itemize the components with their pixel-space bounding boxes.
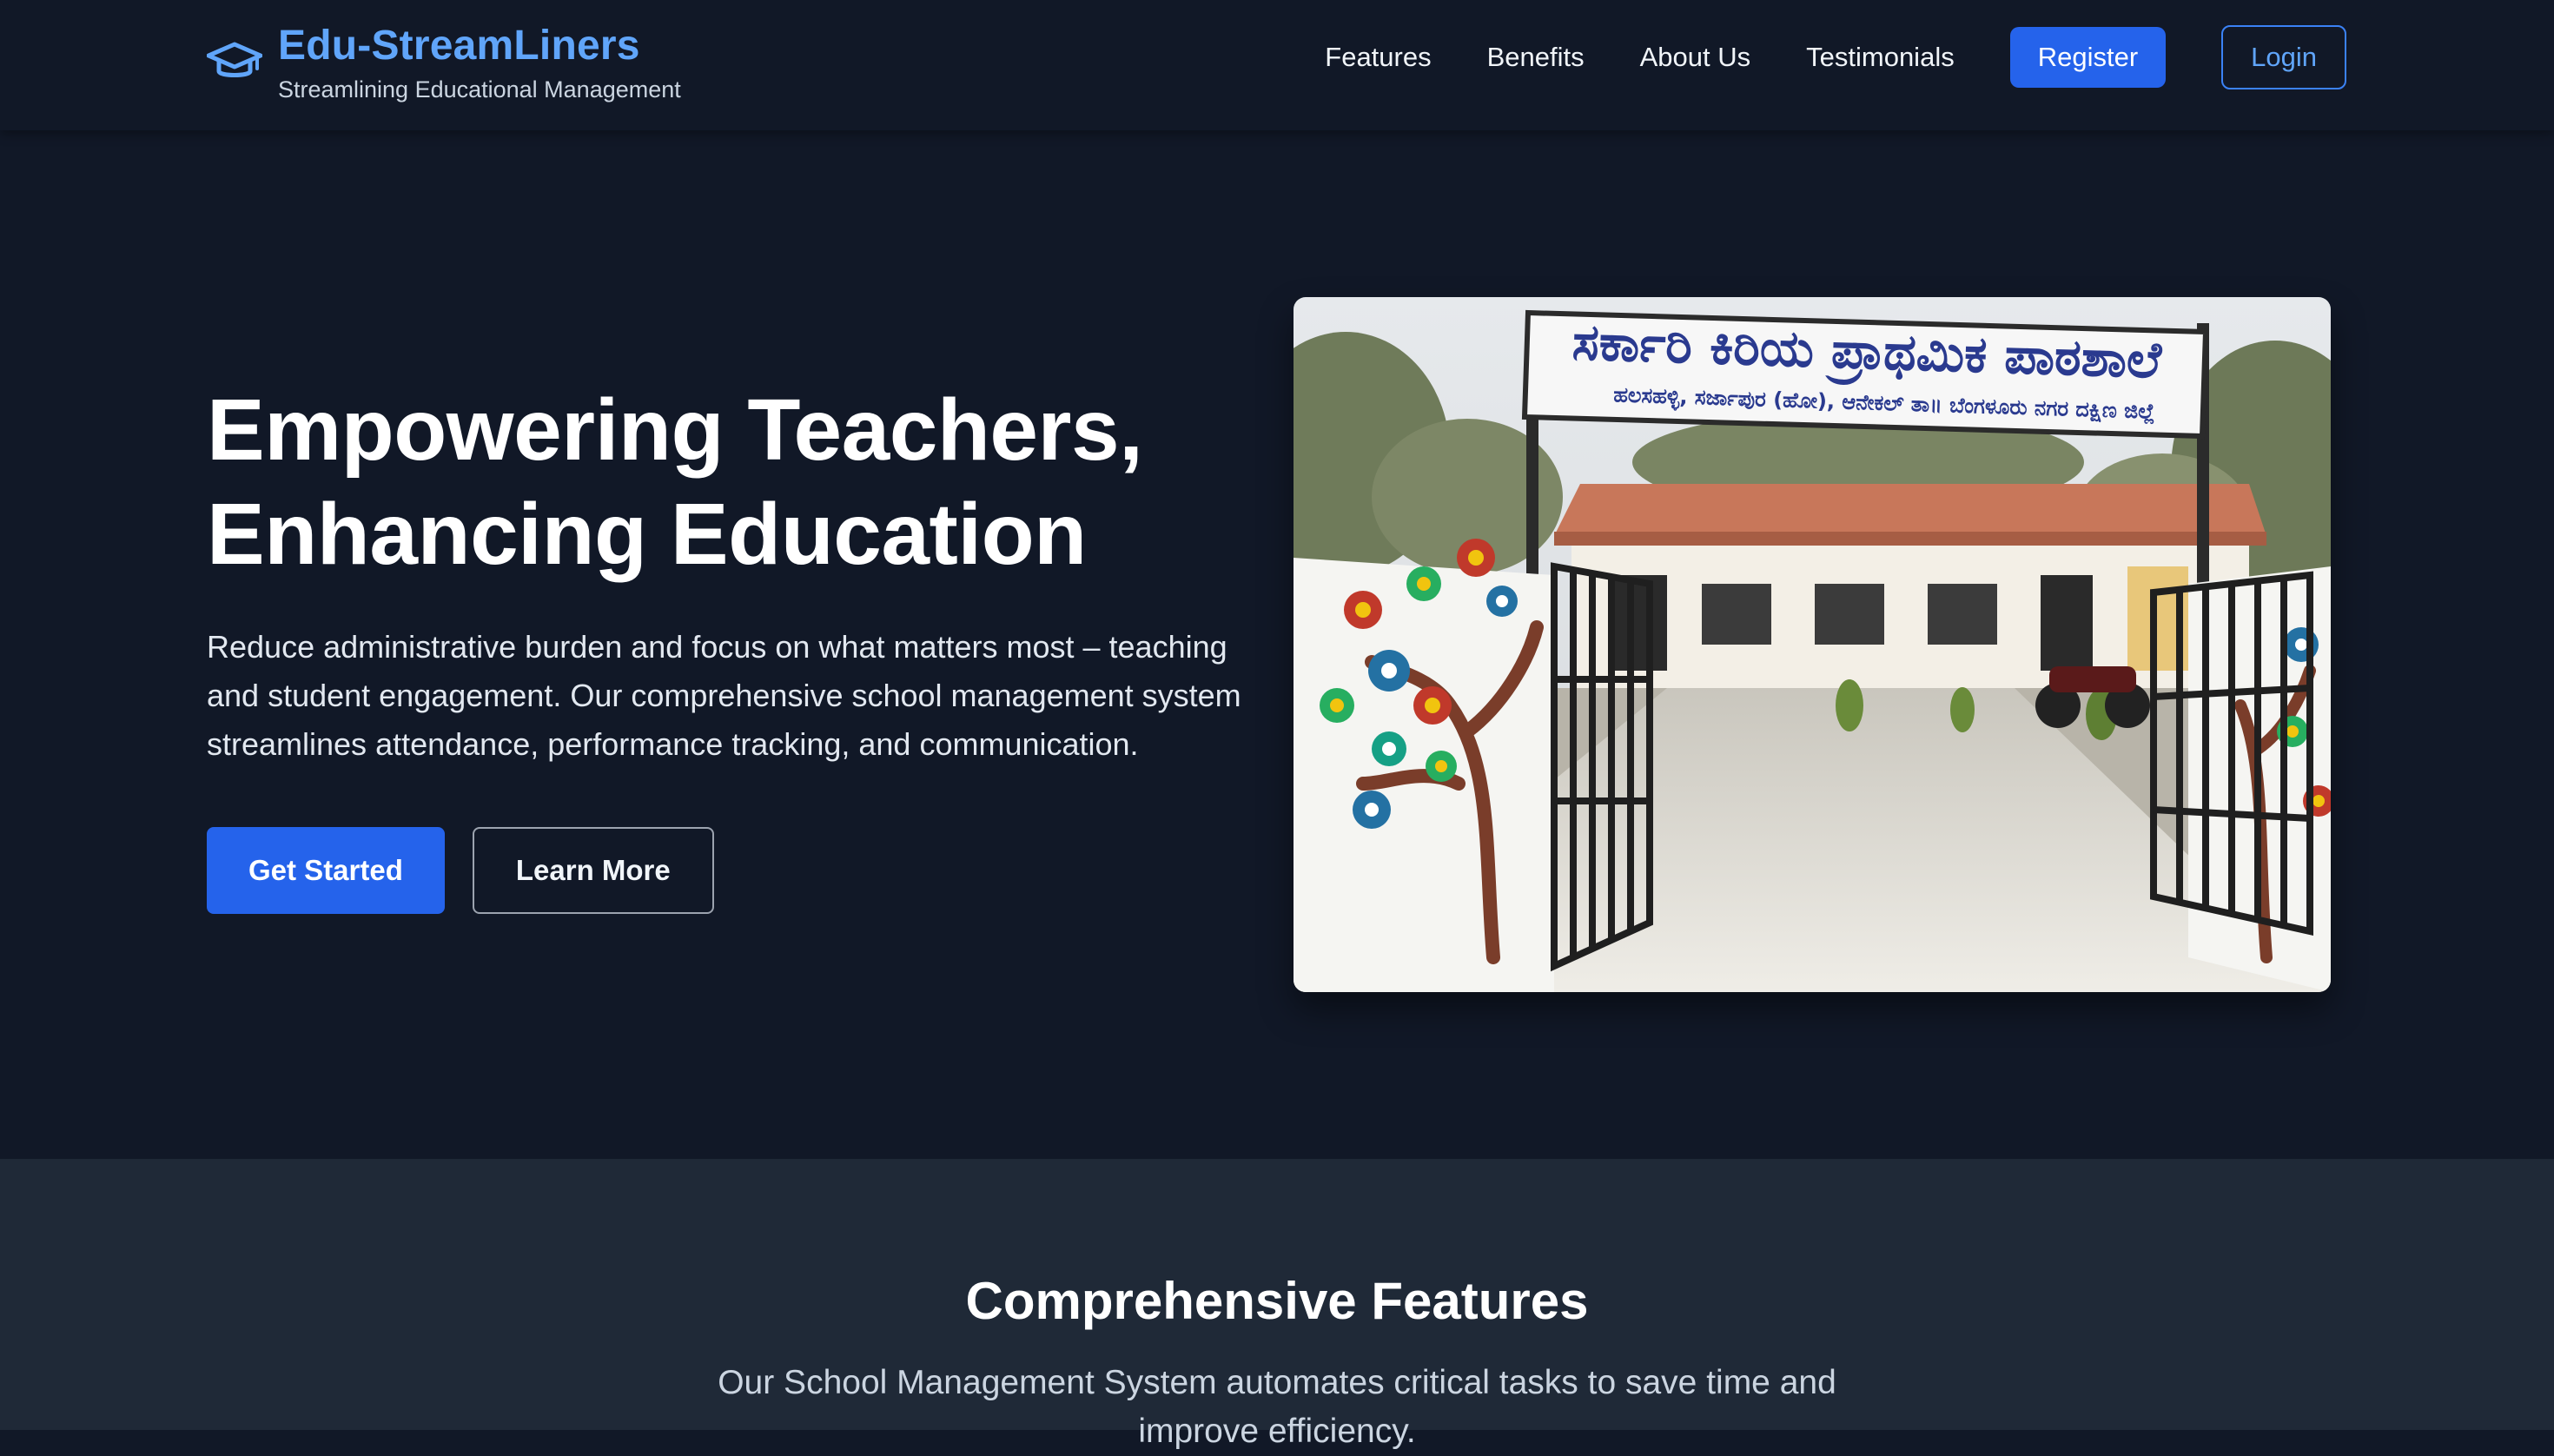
features-title: Comprehensive Features [965, 1272, 1589, 1330]
hero-section: Empowering Teachers, Enhancing Education… [0, 130, 2554, 1159]
hero-title-line-2: Enhancing Education [207, 486, 1087, 583]
nav-link-testimonials[interactable]: Testimonials [1806, 42, 1955, 73]
get-started-button[interactable]: Get Started [207, 827, 445, 914]
hero-title-line-1: Empowering Teachers, [207, 381, 1143, 479]
navbar: Edu-StreamLiners Streamlining Educationa… [0, 0, 2554, 130]
brand-text: Edu-StreamLiners Streamlining Educationa… [278, 22, 681, 105]
nav-link-benefits[interactable]: Benefits [1487, 42, 1585, 73]
register-button[interactable]: Register [2009, 27, 2167, 88]
nav-link-features[interactable]: Features [1325, 42, 1431, 73]
features-description: Our School Management System automates c… [718, 1364, 1836, 1450]
nav-link-about-us[interactable]: About Us [1640, 42, 1751, 73]
brand-tagline: Streamlining Educational Management [278, 76, 681, 103]
login-button[interactable]: Login [2221, 25, 2346, 89]
brand-title: Edu-StreamLiners [278, 23, 640, 69]
hero-actions: Get Started Learn More [207, 827, 714, 914]
nav-links: Features Benefits About Us Testimonials … [1325, 25, 2346, 89]
hero-description: Reduce administrative burden and focus o… [207, 629, 1241, 762]
hero-school-image: ಸರ್ಕಾರಿ ಕಿರಿಯ ಪ್ರಾಥಮಿಕ ಪಾಠಶಾಲೆ ಹಲಸಹಳ್ಳಿ,… [1294, 297, 2331, 992]
brand[interactable]: Edu-StreamLiners Streamlining Educationa… [207, 16, 681, 111]
graduation-cap-icon [207, 42, 262, 77]
learn-more-button[interactable]: Learn More [472, 827, 714, 914]
hero-title: Empowering Teachers, Enhancing Education [207, 378, 1249, 586]
features-section: Comprehensive Features Our School Manage… [0, 1159, 2554, 1450]
